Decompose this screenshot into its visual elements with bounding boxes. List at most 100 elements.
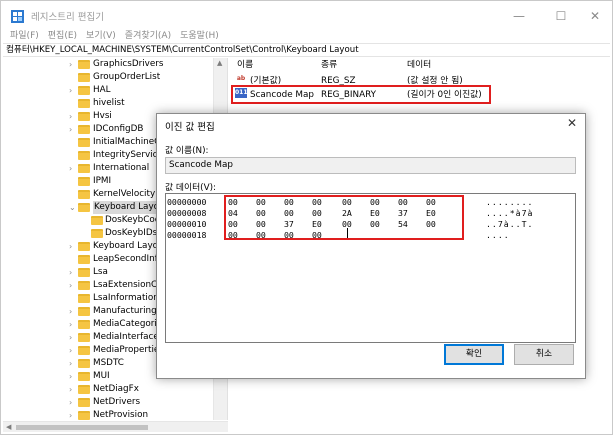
tree-item[interactable]: GroupOrderList	[3, 71, 218, 84]
tree-item-label: International	[93, 163, 150, 173]
hex-byte: 00	[426, 219, 436, 229]
scroll-up-icon[interactable]: ▲	[217, 59, 222, 67]
maximize-button[interactable]: ☐	[543, 1, 579, 31]
folder-icon	[78, 73, 90, 82]
hex-byte: 00	[256, 197, 266, 207]
hex-byte: 00	[284, 230, 294, 240]
hex-byte: 00	[312, 230, 322, 240]
hex-byte: E0	[312, 219, 322, 229]
tree-item[interactable]: › NetProvision	[3, 409, 218, 420]
hex-byte: 00	[256, 208, 266, 218]
hex-byte: 00	[284, 208, 294, 218]
hex-byte: 00	[312, 197, 322, 207]
scancode-map-highlight	[231, 85, 491, 104]
title-bar[interactable]: 레지스트리 편집기 — ☐ ✕	[1, 1, 612, 31]
menu-bar: 파일(F) 편집(E) 보기(V) 즐겨찾기(A) 도움말(H)	[1, 29, 612, 43]
column-header-type[interactable]: 종류	[321, 58, 337, 72]
hex-byte: 37	[398, 208, 408, 218]
dialog-title: 이진 값 편집	[165, 122, 215, 133]
tree-item-label: NetProvision	[93, 410, 149, 420]
menu-help[interactable]: 도움말(H)	[180, 29, 219, 43]
tree-hscroll-thumb[interactable]	[16, 425, 148, 430]
dialog-close-button[interactable]: ✕	[567, 116, 577, 130]
hex-line: 00000000 00 00 00 00 00 00 00 00........	[166, 197, 577, 208]
folder-icon	[78, 203, 90, 212]
menu-file[interactable]: 파일(F)	[10, 29, 39, 43]
ok-button[interactable]: 확인	[444, 344, 504, 365]
hex-ascii: ........	[486, 197, 534, 207]
folder-icon	[78, 255, 90, 264]
folder-icon	[78, 125, 90, 134]
tree-item-label: LsaInformation	[93, 293, 159, 303]
hex-byte: E0	[370, 208, 380, 218]
tree-item-label: hivelist	[93, 98, 125, 108]
close-window-button[interactable]: ✕	[577, 1, 613, 31]
folder-icon	[78, 411, 90, 420]
hex-byte: 00	[312, 208, 322, 218]
hex-byte: 00	[370, 219, 380, 229]
column-header-name[interactable]: 이름	[237, 58, 253, 72]
hex-byte: 00	[256, 219, 266, 229]
folder-icon	[78, 151, 90, 160]
hex-byte: E0	[426, 208, 436, 218]
tree-item[interactable]: › NetDiagFx	[3, 383, 218, 396]
folder-icon	[78, 281, 90, 290]
folder-icon	[78, 359, 90, 368]
tree-item-label: MSDTC	[93, 358, 124, 368]
tree-item[interactable]: › HAL	[3, 84, 218, 97]
edit-binary-dialog: 이진 값 편집 ✕ 값 이름(N): Scancode Map 값 데이터(V)…	[156, 113, 586, 379]
menu-favorites[interactable]: 즐겨찾기(A)	[125, 29, 171, 43]
hex-byte: 00	[426, 197, 436, 207]
tree-item-label: GraphicsDrivers	[93, 59, 164, 69]
cancel-button[interactable]: 취소	[514, 344, 574, 365]
hex-line: 00000010 00 00 37 E0 00 00 54 00 ..7à..T.	[166, 219, 577, 230]
folder-icon	[78, 268, 90, 277]
tree-item[interactable]: › NetDrivers	[3, 396, 218, 409]
scroll-left-icon[interactable]: ◀	[6, 422, 11, 433]
folder-icon	[78, 372, 90, 381]
tree-item[interactable]: hivelist	[3, 97, 218, 110]
hex-byte: 00	[284, 197, 294, 207]
hex-byte: 2A	[342, 208, 352, 218]
hex-byte: 00	[228, 197, 238, 207]
folder-icon	[78, 242, 90, 251]
folder-icon	[78, 333, 90, 342]
tree-item-label: DosKeybIDs	[105, 228, 158, 238]
folder-icon	[91, 229, 103, 238]
tree-item-label: GroupOrderList	[93, 72, 161, 82]
folder-icon	[78, 307, 90, 316]
folder-icon	[78, 99, 90, 108]
menu-edit[interactable]: 편집(E)	[48, 29, 77, 43]
tree-item-label: KernelVelocity	[93, 189, 156, 199]
tree-item-label: IDConfigDB	[93, 124, 144, 134]
tree-item-label: NetDrivers	[93, 397, 141, 407]
minimize-button[interactable]: —	[501, 1, 537, 31]
hex-offset: 00000018	[167, 230, 207, 240]
hex-line: 00000018 00 00 00 00....	[166, 230, 577, 241]
tree-item-label: Lsa	[93, 267, 108, 277]
hex-data-editor[interactable]: 00000000 00 00 00 00 00 00 00 00........ 00000008…	[165, 193, 576, 343]
folder-icon	[78, 294, 90, 303]
tree-item-label: MUI	[93, 371, 110, 381]
folder-icon	[78, 60, 90, 69]
menu-view[interactable]: 보기(V)	[86, 29, 116, 43]
column-header-data[interactable]: 데이터	[407, 58, 431, 72]
address-bar[interactable]: 컴퓨터\HKEY_LOCAL_MACHINE\SYSTEM\CurrentCon…	[3, 43, 610, 57]
string-value-icon: ab	[235, 74, 247, 84]
hex-byte: 00	[342, 197, 352, 207]
hex-ascii: ....*à7à	[486, 208, 534, 218]
folder-icon	[78, 112, 90, 121]
value-data-label: 값 데이터(V):	[165, 183, 217, 193]
hex-ascii: ..7à..T.	[486, 219, 534, 229]
folder-icon	[78, 398, 90, 407]
folder-icon	[78, 138, 90, 147]
hex-offset: 00000008	[167, 208, 207, 218]
tree-horizontal-scrollbar[interactable]: ◀	[3, 421, 228, 432]
folder-icon	[78, 385, 90, 394]
folder-icon	[78, 346, 90, 355]
hex-byte: 00	[342, 219, 352, 229]
value-name-field[interactable]: Scancode Map	[165, 157, 576, 174]
hex-byte: 00	[370, 197, 380, 207]
hex-byte: 00	[256, 230, 266, 240]
tree-item[interactable]: › GraphicsDrivers	[3, 58, 218, 71]
